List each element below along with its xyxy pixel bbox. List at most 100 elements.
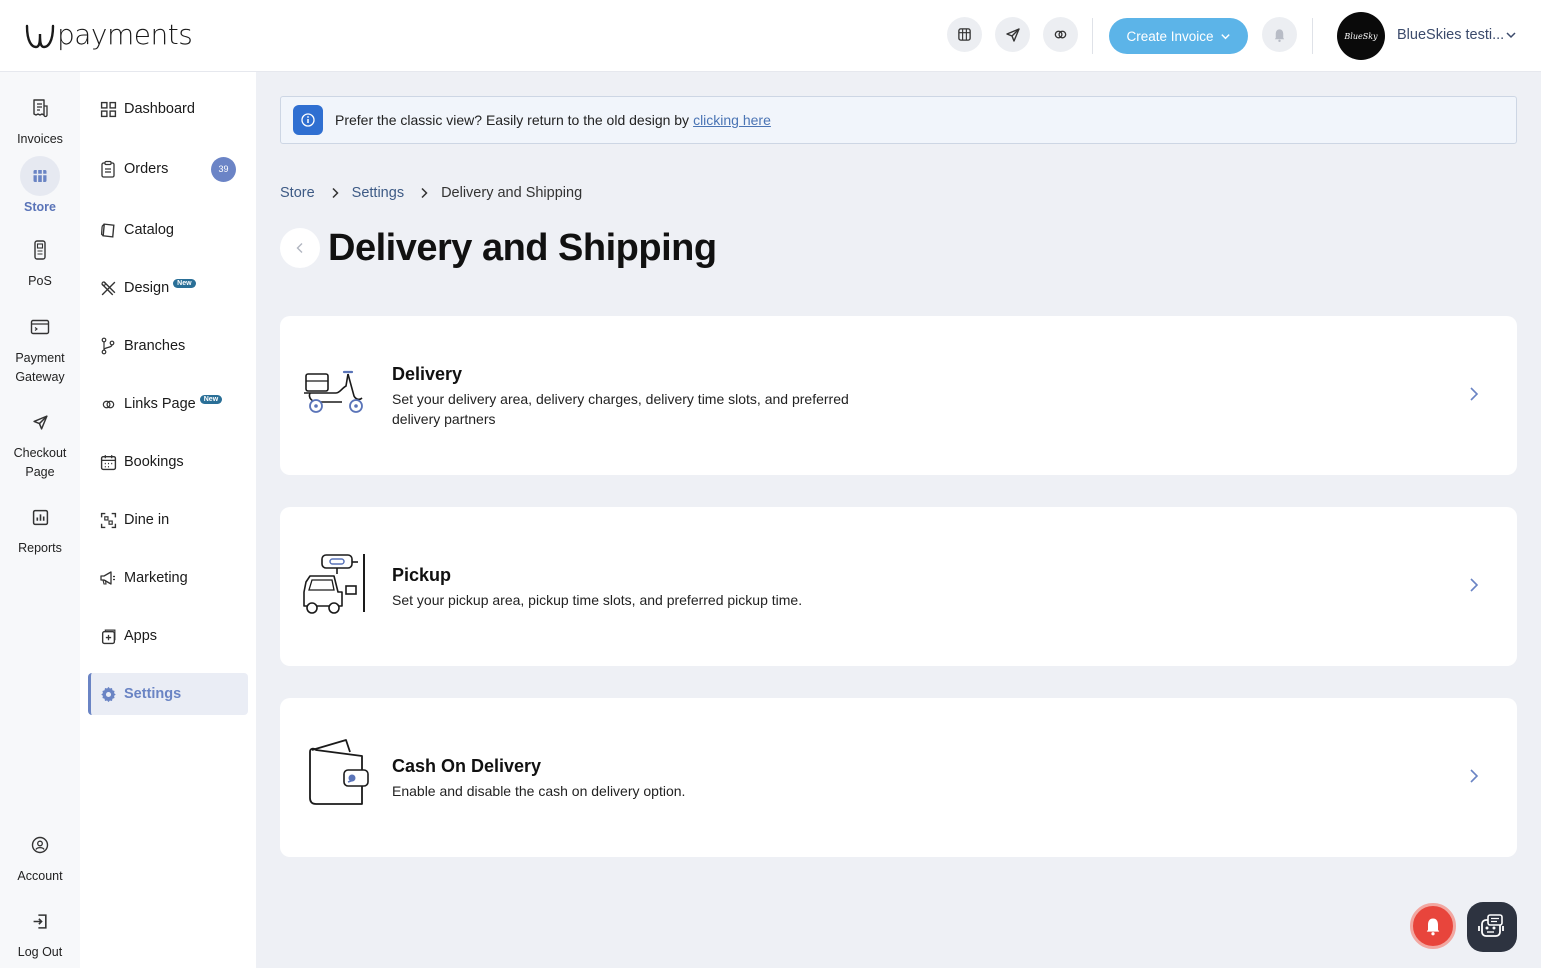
chevron-right-icon (1469, 577, 1479, 598)
rail-label: Account (17, 869, 63, 883)
sidebar-item-dashboard[interactable]: Dashboard (88, 88, 248, 130)
back-button[interactable] (280, 228, 320, 268)
breadcrumb: Store Settings Delivery and Shipping (280, 185, 582, 201)
rail-label: Store (24, 200, 56, 214)
delivery-card[interactable]: Delivery Set your delivery area, deliver… (280, 316, 1517, 475)
catalog-icon (98, 220, 118, 240)
apps-icon (98, 626, 118, 646)
account-icon (20, 825, 60, 865)
sidebar-item-label: Catalog (124, 222, 174, 238)
support-chat-button[interactable] (1467, 902, 1517, 952)
breadcrumb-settings[interactable]: Settings (352, 185, 404, 201)
sidebar-item-branches[interactable]: Branches (88, 325, 248, 367)
payment-gateway-icon (20, 307, 60, 347)
sidebar-item-marketing[interactable]: Marketing (88, 557, 248, 599)
scooter-illustration (302, 366, 368, 421)
rail-item-checkout-page[interactable]: Checkout Page (0, 402, 80, 482)
classic-view-link[interactable]: clicking here (693, 112, 771, 128)
store-icon (958, 28, 971, 41)
sidebar-item-label: Design (124, 280, 170, 296)
dashboard-icon (98, 99, 118, 119)
sidebar-item-label: Apps (124, 628, 158, 644)
notifications-button[interactable] (1262, 17, 1297, 52)
rail-item-account[interactable]: Account (0, 825, 80, 886)
classic-view-banner: Prefer the classic view? Easily return t… (280, 96, 1517, 144)
logout-icon (20, 901, 60, 941)
bell-icon (1426, 918, 1440, 936)
create-invoice-button[interactable]: Create Invoice (1109, 18, 1248, 54)
send-shortcut-button[interactable] (995, 17, 1030, 52)
rail-item-pos[interactable]: PoS (0, 230, 80, 291)
sidebar-item-design[interactable]: Design New (88, 267, 248, 309)
sidebar-item-orders[interactable]: Orders 39 (88, 148, 248, 190)
sidebar-item-apps[interactable]: Apps (88, 615, 248, 657)
rail-label: Reports (18, 541, 62, 555)
gear-icon (98, 684, 118, 704)
chevron-right-icon (420, 187, 428, 199)
pickup-car-illustration (302, 552, 370, 621)
branches-icon (98, 336, 118, 356)
sidebar-item-label: Orders (124, 161, 169, 177)
breadcrumb-current: Delivery and Shipping (441, 185, 583, 201)
card-description: Set your delivery area, delivery charges… (392, 391, 849, 427)
divider (1092, 18, 1093, 54)
rail-item-log-out[interactable]: Log Out (0, 901, 80, 962)
avatar[interactable]: BlueSky (1337, 12, 1385, 60)
chat-bot-icon (1478, 914, 1504, 937)
account-menu-toggle[interactable] (1505, 28, 1517, 46)
brand-name: payments (57, 18, 193, 51)
account-name[interactable]: BlueSkies testi... (1397, 27, 1504, 43)
rail-label: Invoices (17, 132, 63, 146)
sidebar-item-settings[interactable]: Settings (88, 673, 248, 715)
sidebar-item-label: Links Page (124, 396, 196, 412)
chevron-right-icon (1469, 768, 1479, 789)
rail-item-store[interactable]: Store (0, 156, 80, 217)
banner-text: Prefer the classic view? Easily return t… (335, 112, 690, 128)
chevron-down-icon (1220, 33, 1230, 39)
invoice-icon (20, 88, 60, 128)
card-title: Cash On Delivery (392, 756, 542, 776)
rail-label: Payment Gateway (15, 351, 65, 384)
card-description: Enable and disable the cash on delivery … (392, 783, 686, 799)
send-icon (20, 402, 60, 442)
links-shortcut-button[interactable] (1043, 17, 1078, 52)
cash-on-delivery-card[interactable]: Cash On Delivery Enable and disable the … (280, 698, 1517, 857)
rail-item-reports[interactable]: Reports (0, 497, 80, 558)
sidebar-item-label: Bookings (124, 454, 184, 470)
info-icon (293, 105, 323, 135)
sidebar-item-label: Dashboard (124, 101, 195, 117)
sidebar-item-catalog[interactable]: Catalog (88, 209, 248, 251)
store-shortcut-button[interactable] (947, 17, 982, 52)
store-sidebar: Dashboard Orders 39 Catalog Design New B… (80, 72, 256, 968)
chevron-right-icon (1469, 386, 1479, 407)
sidebar-item-bookings[interactable]: Bookings (88, 441, 248, 483)
rail-item-payment-gateway[interactable]: Payment Gateway (0, 307, 80, 387)
app-rail: Invoices Store PoS Payment Gateway Check… (0, 72, 80, 968)
calendar-icon (98, 452, 118, 472)
qr-icon (98, 510, 118, 530)
create-invoice-label: Create Invoice (1126, 28, 1214, 44)
divider (1312, 18, 1313, 54)
brand-logo[interactable]: payments (24, 18, 193, 52)
rail-label: Checkout Page (13, 446, 67, 479)
link-icon (1054, 30, 1067, 39)
bell-icon (1274, 28, 1285, 42)
card-title: Delivery (392, 364, 463, 384)
sidebar-item-label: Settings (124, 686, 182, 702)
orders-count-badge: 39 (211, 156, 236, 182)
send-icon (1005, 27, 1020, 42)
top-bar: payments Create Invoice BlueSky BlueSkie… (0, 0, 1541, 72)
chevron-right-icon (331, 187, 339, 199)
breadcrumb-store[interactable]: Store (280, 185, 315, 201)
pickup-card[interactable]: Pickup Set your pickup area, pickup time… (280, 507, 1517, 666)
chevron-down-icon (1506, 32, 1516, 39)
sidebar-item-dine-in[interactable]: Dine in (88, 499, 248, 541)
store-icon (20, 156, 60, 196)
design-icon (98, 278, 118, 298)
card-description: Set your pickup area, pickup time slots,… (392, 592, 803, 608)
sidebar-item-links-page[interactable]: Links Page New (88, 383, 248, 425)
notification-bell-button[interactable] (1410, 903, 1456, 949)
wallet-illustration (306, 738, 374, 811)
logo-mark-icon (25, 24, 55, 49)
rail-item-invoices[interactable]: Invoices (0, 88, 80, 149)
